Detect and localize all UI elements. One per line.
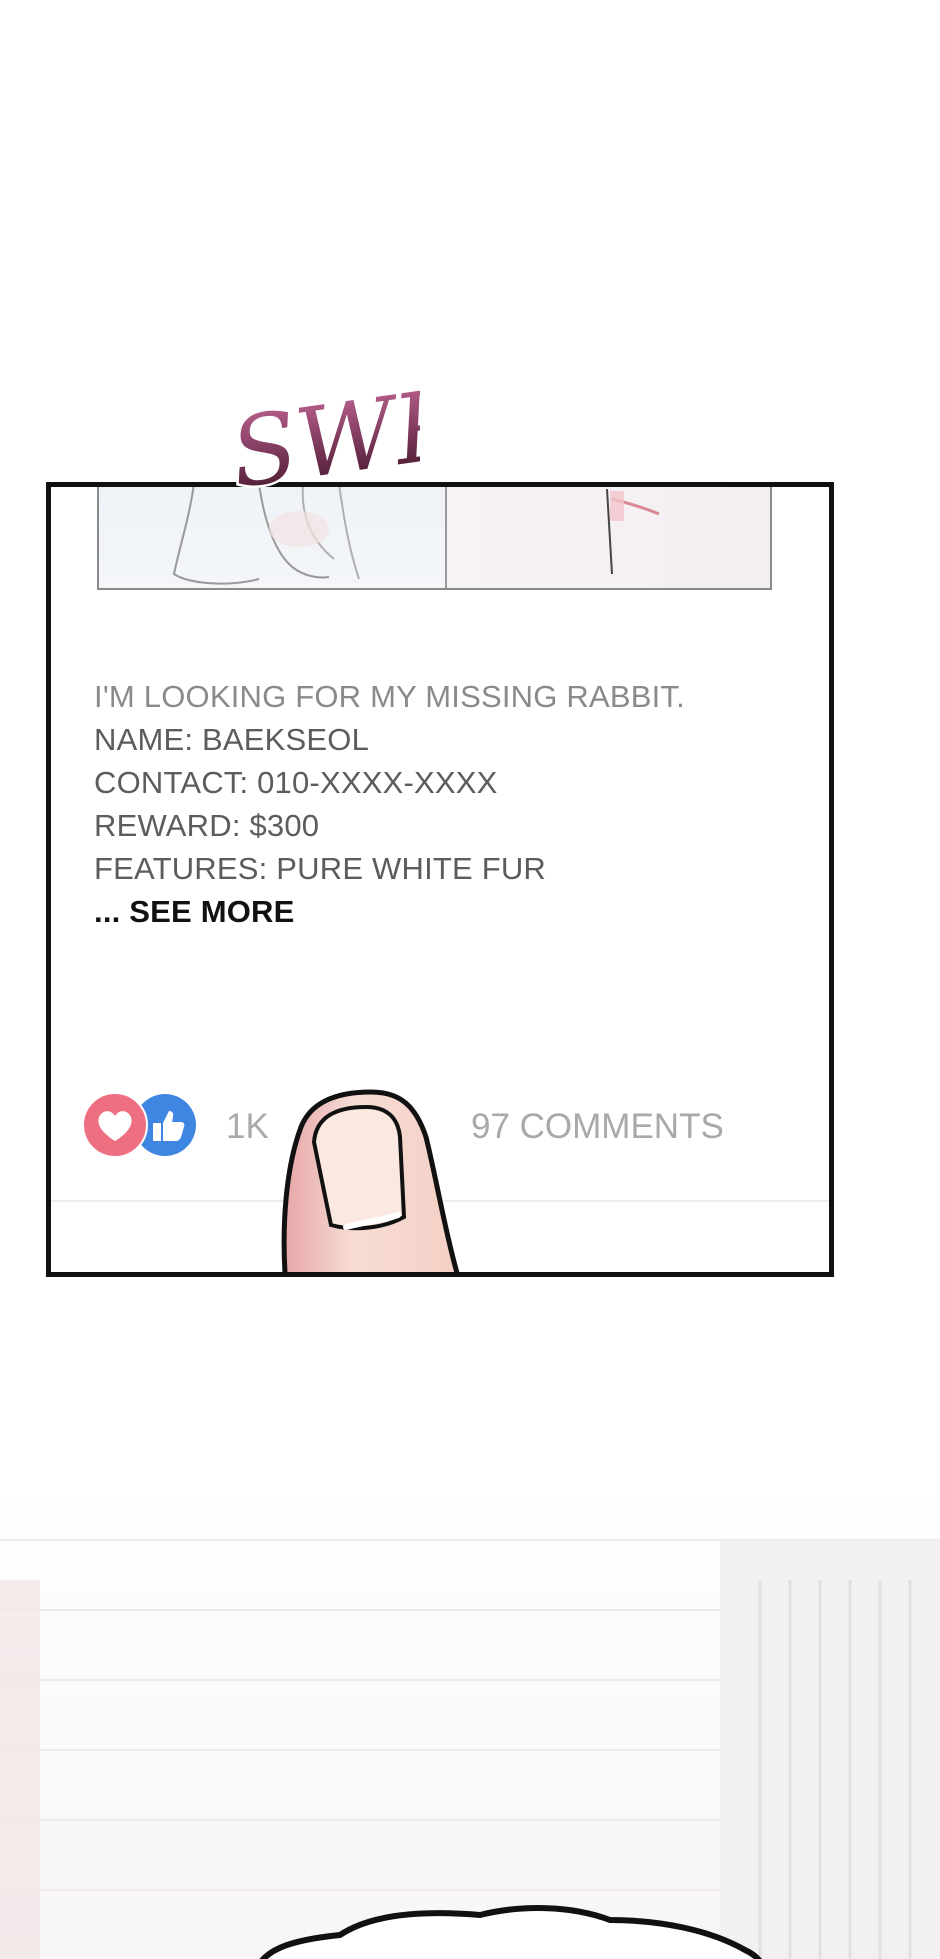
caption-line-3: CONTACT: 010-XXXX-XXXX xyxy=(94,765,498,800)
brick-wall-pattern xyxy=(0,1539,940,1959)
heart-icon xyxy=(82,1092,148,1158)
finger-illustration xyxy=(281,1089,460,1272)
caption-line-1: I'M LOOKING FOR MY MISSING RABBIT. xyxy=(94,679,685,714)
comic-page: SWP I'M LOOKING FOR MY MISSING RABBIT. N… xyxy=(0,0,940,1959)
caption-line-4: REWARD: $300 xyxy=(94,808,320,843)
post-caption: I'M LOOKING FOR MY MISSING RABBIT. NAME:… xyxy=(94,675,794,933)
reaction-icons[interactable] xyxy=(81,1090,201,1160)
post-image-right xyxy=(447,487,770,588)
sfx-text: SWP xyxy=(224,367,420,510)
background-wall xyxy=(0,1480,940,1959)
swipe-sound-effect: SWP xyxy=(222,364,420,512)
post-image-detail xyxy=(606,488,660,575)
post-image[interactable] xyxy=(97,487,772,590)
caption-line-2: NAME: BAEKSEOL xyxy=(94,722,370,757)
speech-bubble xyxy=(259,1905,762,1959)
caption-line-5: FEATURES: PURE WHITE FUR xyxy=(94,851,547,886)
social-post-panel: I'M LOOKING FOR MY MISSING RABBIT. NAME:… xyxy=(46,482,834,1277)
reaction-count[interactable]: 1K xyxy=(226,1107,269,1147)
see-more-link[interactable]: ... SEE MORE xyxy=(94,890,794,933)
